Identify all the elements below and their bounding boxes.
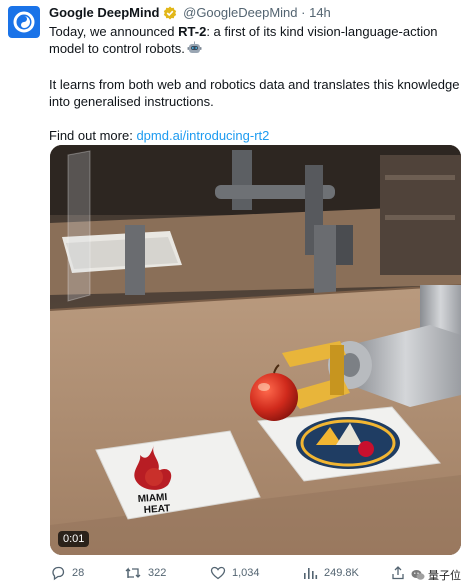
tweet-link[interactable]: dpmd.ai/introducing-rt2 <box>136 128 269 143</box>
like-button[interactable]: 1,034 <box>210 565 260 581</box>
author-handle[interactable]: @GoogleDeepMind <box>183 5 297 20</box>
text-segment: Find out more: <box>49 128 137 143</box>
wechat-icon <box>411 570 425 580</box>
reply-icon <box>52 566 65 581</box>
video-timestamp: 0:01 <box>58 531 90 547</box>
text-segment: Today, we announced <box>49 24 179 39</box>
tweet-text: Today, we announced RT-2: a first of its… <box>49 23 460 144</box>
like-count: 1,034 <box>232 567 260 579</box>
reply-button[interactable]: 28 <box>50 565 84 581</box>
retweet-button[interactable]: 322 <box>124 565 166 581</box>
tweet-header: Google DeepMind @GoogleDeepMind · 14h <box>49 5 462 24</box>
watermark-text: 量子位 <box>428 570 461 582</box>
video-frame: MIAMI HEAT <box>50 145 461 555</box>
robot-emoji-icon <box>187 41 202 59</box>
timestamp[interactable]: 14h <box>309 5 331 20</box>
action-bar: 28 322 1,034 249.8K <box>50 565 470 585</box>
views-icon <box>304 568 318 579</box>
views-button[interactable]: 249.8K <box>302 565 359 581</box>
retweet-count: 322 <box>148 567 167 579</box>
card-left-text-line2: HEAT <box>143 503 170 516</box>
views-count: 249.8K <box>324 567 359 579</box>
avatar[interactable] <box>8 6 40 38</box>
tweet-paragraph-3: Find out more: dpmd.ai/introducing-rt2 <box>49 127 460 144</box>
watermark: 量子位 <box>408 566 464 584</box>
text-bold: RT-2 <box>178 24 207 39</box>
tweet-paragraph-1: Today, we announced RT-2: a first of its… <box>49 23 460 59</box>
retweet-icon <box>125 567 141 578</box>
share-button[interactable] <box>390 565 406 581</box>
reply-count: 28 <box>72 567 85 579</box>
separator: · <box>301 5 306 20</box>
deepmind-logo-icon <box>13 11 35 33</box>
verified-badge-icon <box>163 6 177 24</box>
author-name[interactable]: Google DeepMind <box>49 5 160 20</box>
share-icon <box>392 566 404 580</box>
like-icon <box>210 566 226 580</box>
tweet-paragraph-2: It learns from both web and robotics dat… <box>49 77 460 109</box>
video-player[interactable]: MIAMI HEAT 0:01 <box>50 145 461 555</box>
